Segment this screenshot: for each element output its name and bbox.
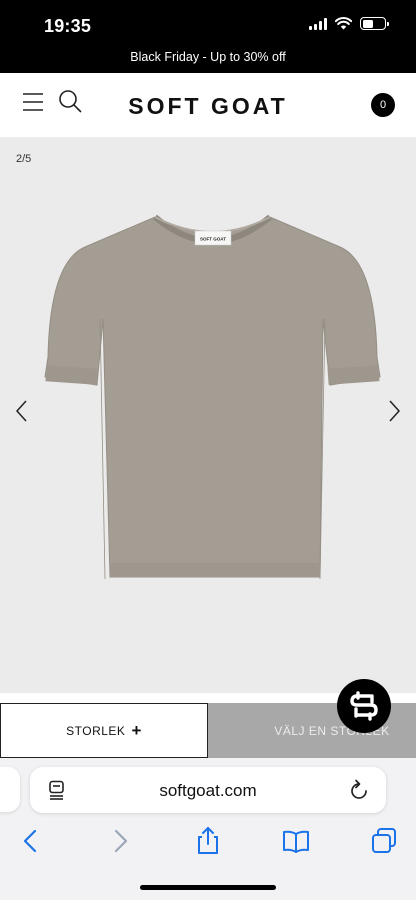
browser-toolbar [0,826,416,862]
signal-icon [309,17,327,30]
size-label: STORLEK [66,723,126,738]
chat-button[interactable] [337,679,391,733]
battery-fill [362,19,373,28]
forward-icon[interactable] [105,826,135,856]
size-selector-button[interactable]: STORLEK + [0,703,208,758]
reload-icon[interactable] [348,779,370,801]
status-time: 19:35 [44,16,92,36]
brand-logo[interactable]: SOFT GOAT [0,93,416,120]
wifi-icon [335,17,352,30]
cart-button[interactable]: 0 [371,93,395,117]
battery-icon [360,17,389,30]
product-image: SOFT GOAT [44,214,381,580]
bookmarks-icon[interactable] [281,826,311,856]
tshirt-body [44,216,381,578]
status-bar: 19:35 [0,0,416,46]
previous-tab-peek[interactable] [0,767,20,812]
site-header: SOFT GOAT 0 [0,73,416,137]
garment-label-text: SOFT GOAT [200,237,226,242]
url-text: softgoat.com [159,781,257,800]
tabs-icon[interactable] [369,826,399,856]
browser-chrome: softgoat.com [0,758,416,900]
image-counter: 2/5 [16,153,32,165]
status-icons [309,17,389,30]
home-indicator [140,885,276,890]
chevron-right-icon[interactable] [384,397,404,425]
chevron-left-icon[interactable] [12,397,32,425]
back-icon[interactable] [16,826,46,856]
product-gallery[interactable]: 2/5 SOFT GOAT [0,137,416,693]
share-icon[interactable] [193,826,223,856]
promo-banner[interactable]: Black Friday - Up to 30% off [0,46,416,73]
address-bar[interactable]: softgoat.com [30,767,386,813]
plus-icon: + [131,720,142,740]
brand-monogram-icon [350,691,378,721]
